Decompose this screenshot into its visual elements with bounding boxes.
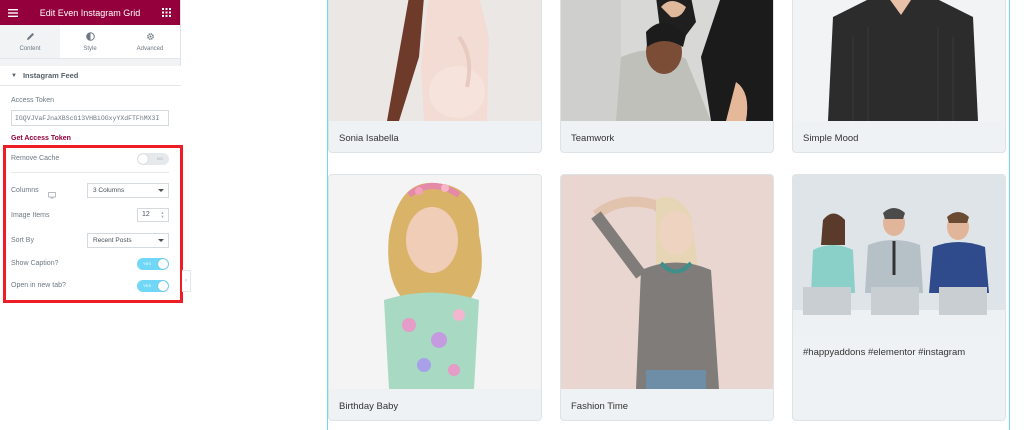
half-circle-icon <box>85 32 95 42</box>
tab-style-label: Style <box>83 45 97 52</box>
instagram-card[interactable]: Sonia Isabella <box>328 0 542 153</box>
caret-down-icon: ▼ <box>11 72 17 79</box>
card-image <box>561 0 773 121</box>
pencil-icon <box>25 32 35 42</box>
tab-style[interactable]: Style <box>60 25 120 58</box>
card-caption: Birthday Baby <box>339 401 399 412</box>
tab-advanced[interactable]: Advanced <box>120 25 180 58</box>
apps-grid-icon[interactable] <box>161 7 173 19</box>
tab-content[interactable]: Content <box>0 25 60 58</box>
card-caption: Fashion Time <box>571 401 629 412</box>
access-token-label: Access Token <box>11 97 55 104</box>
access-token-input[interactable]: IGQVJVaFJnaXBScG13VHBiOGxyYXdFTFhMX3I <box>11 110 169 126</box>
editor-root: Edit Even Instagram Grid Content Style A… <box>0 0 1024 430</box>
card-image <box>329 0 541 121</box>
card-caption: Sonia Isabella <box>339 133 399 144</box>
card-image <box>329 175 541 389</box>
tab-advanced-label: Advanced <box>136 45 164 52</box>
instagram-card[interactable]: Simple Mood <box>792 0 1006 153</box>
panel-title: Edit Even Instagram Grid <box>39 7 141 18</box>
panel-header: Edit Even Instagram Grid <box>0 0 180 25</box>
column-guide-right <box>1009 0 1010 430</box>
highlight-box <box>3 145 183 303</box>
card-image <box>793 0 1005 121</box>
gear-icon <box>145 32 155 42</box>
panel-tabs: Content Style Advanced <box>0 25 180 59</box>
card-caption: #happyaddons #elementor #instagram <box>803 347 966 358</box>
hamburger-menu-icon[interactable] <box>7 7 19 19</box>
instagram-card[interactable]: Teamwork <box>560 0 774 153</box>
instagram-card[interactable]: Fashion Time <box>560 174 774 421</box>
instagram-card[interactable]: #happyaddons #elementor #instagram <box>792 174 1006 421</box>
instagram-card[interactable]: Birthday Baby <box>328 174 542 421</box>
collapse-panel-handle[interactable]: ‹ <box>182 270 191 292</box>
get-access-token-link[interactable]: Get Access Token <box>11 135 71 142</box>
card-caption: Teamwork <box>571 133 615 144</box>
section-instagram-feed[interactable]: ▼ Instagram Feed <box>0 66 181 86</box>
card-image <box>793 175 1005 335</box>
tab-content-label: Content <box>19 45 41 52</box>
card-caption: Simple Mood <box>803 133 859 144</box>
section-title: Instagram Feed <box>22 71 79 80</box>
card-image <box>561 175 773 389</box>
